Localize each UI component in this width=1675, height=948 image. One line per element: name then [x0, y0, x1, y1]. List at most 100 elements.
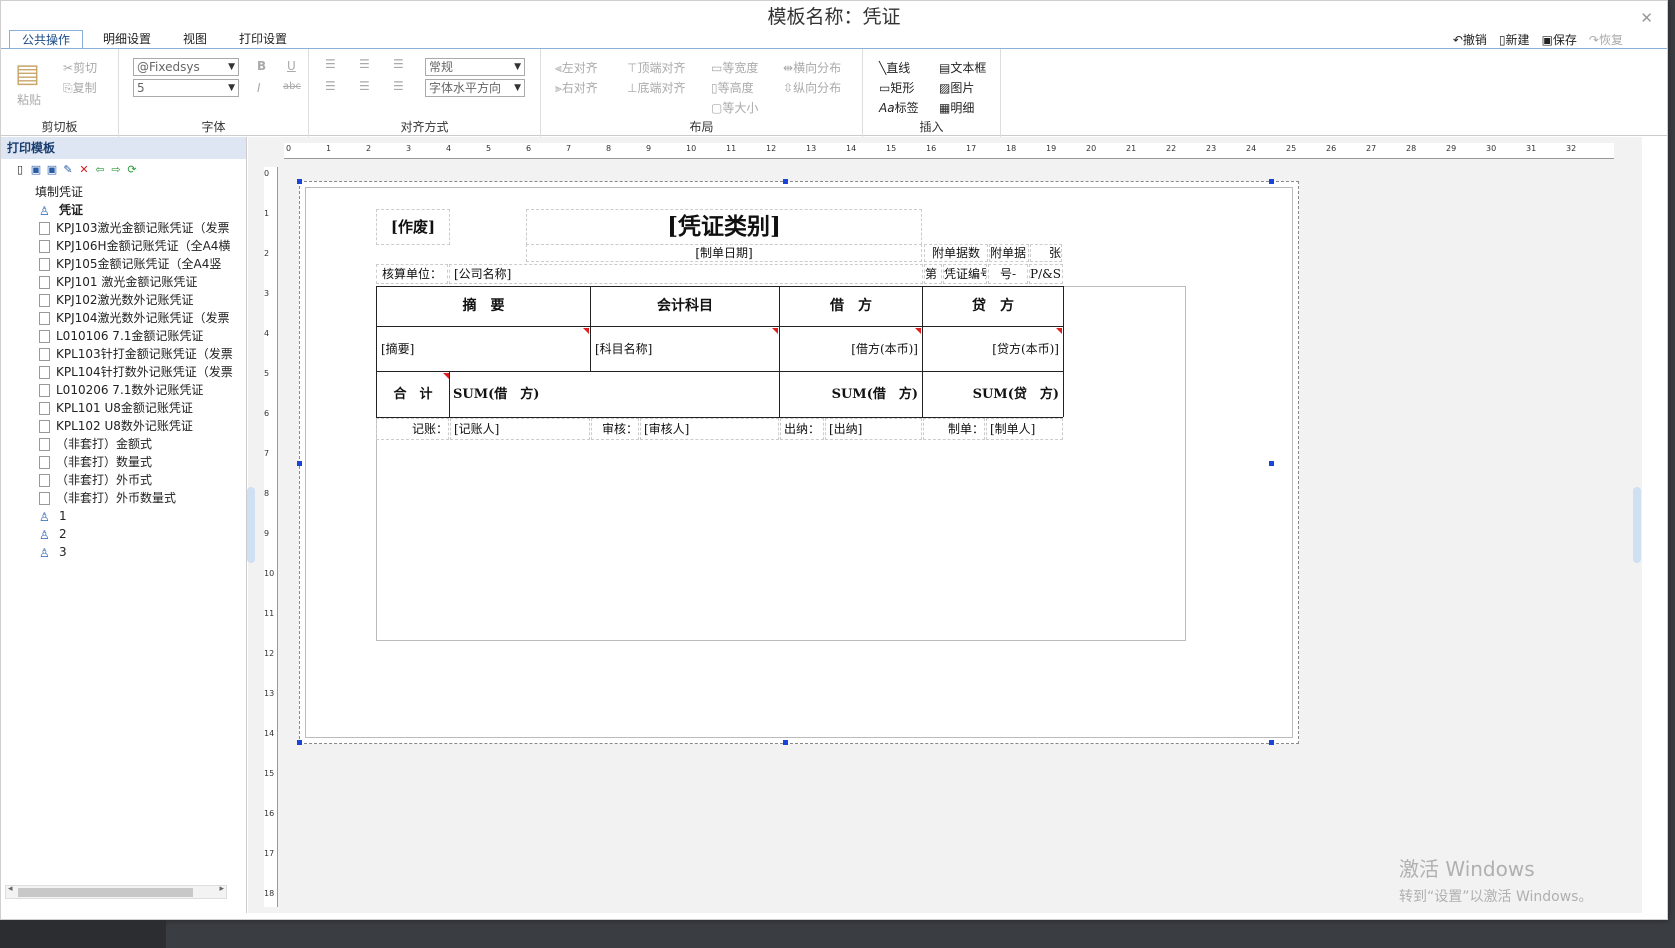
left-collapse-tab[interactable]	[247, 487, 255, 563]
header-debit[interactable]: 借 方	[780, 287, 922, 326]
tree-item[interactable]: （非套打）数量式	[1, 453, 247, 471]
undo-button[interactable]: ↶撤销	[1453, 31, 1487, 48]
new-template-icon[interactable]: ▯	[13, 163, 27, 177]
saveas-template-icon[interactable]: ▣	[45, 163, 59, 177]
scroll-thumb[interactable]	[18, 888, 193, 897]
tree-item[interactable]: （非套打）外币数量式	[1, 489, 247, 507]
tree-root[interactable]: 填制凭证	[1, 183, 247, 201]
attach-label[interactable]: 附单据数	[924, 244, 988, 262]
footer-label-preparer[interactable]: 制单：	[923, 418, 985, 440]
align-center-icon[interactable]: ☰	[359, 79, 370, 93]
resize-handle[interactable]	[297, 179, 302, 184]
resize-handle[interactable]	[297, 461, 302, 466]
align-bottom-icon[interactable]: ☰	[393, 57, 404, 71]
edit-template-icon[interactable]: ✎	[61, 163, 75, 177]
tree-item[interactable]: （非套打）外币式	[1, 471, 247, 489]
text-direction-select[interactable]: 字体水平方向	[425, 79, 525, 97]
voucher-no-label[interactable]: 第	[924, 264, 942, 284]
tree-item[interactable]: ♙ 凭证	[1, 201, 247, 219]
bold-button[interactable]: B	[257, 59, 266, 73]
resize-handle[interactable]	[1269, 740, 1274, 745]
footer-value-cashier[interactable]: [出纳]	[825, 418, 922, 440]
font-size-select[interactable]: 5	[133, 79, 239, 97]
align-left-icon[interactable]: ☰	[325, 79, 336, 93]
tree-item[interactable]: KPJ103激光金额记账凭证（发票	[1, 219, 247, 237]
voucher-date[interactable]: [制单日期]	[526, 244, 922, 262]
scroll-left-icon[interactable]: ◂	[8, 884, 13, 894]
save-template-icon[interactable]: ▣	[29, 163, 43, 177]
scroll-right-icon[interactable]: ▸	[219, 884, 224, 894]
tree-item[interactable]: KPJ105金额记账凭证（全A4竖	[1, 255, 247, 273]
total-debit[interactable]: SUM(借 方)	[780, 372, 918, 417]
same-width-button[interactable]: ▭等宽度	[711, 59, 758, 76]
tab-view[interactable]: 视图	[171, 30, 219, 48]
tree-item[interactable]: KPJ101 激光金额记账凭证	[1, 273, 247, 291]
footer-value-reviewer[interactable]: [审核人]	[640, 418, 779, 440]
resize-handle[interactable]	[297, 740, 302, 745]
tree-item[interactable]: ♙ 3	[1, 543, 247, 561]
tab-print-settings[interactable]: 打印设置	[227, 30, 299, 48]
underline-button[interactable]: U	[287, 59, 296, 73]
align-left-button[interactable]: ⫷左对齐	[555, 59, 598, 76]
close-icon[interactable]: ✕	[1640, 9, 1653, 27]
page-number[interactable]: P/&S	[1029, 264, 1063, 284]
voucher-no-unit[interactable]: 号-	[988, 264, 1028, 284]
row-debit[interactable]: [借方(本币)]	[780, 327, 918, 371]
voucher-no-value[interactable]: 凭证编号	[943, 264, 987, 284]
font-family-select[interactable]: @Fixedsys	[133, 58, 239, 76]
insert-detail-button[interactable]: ▦明细	[939, 99, 974, 116]
voucher-category[interactable]: [凭证类别]	[526, 209, 922, 245]
same-size-button[interactable]: ▢等大小	[711, 99, 758, 116]
tree-item[interactable]: L010106 7.1金额记账凭证	[1, 327, 247, 345]
align-right-icon[interactable]: ☰	[393, 79, 404, 93]
header-credit[interactable]: 贷 方	[923, 287, 1063, 326]
attach-unit[interactable]: 张	[1030, 244, 1062, 262]
footer-value-preparer[interactable]: [制单人]	[986, 418, 1063, 440]
total-text[interactable]: SUM(借 方)	[453, 372, 779, 417]
header-summary[interactable]: 摘 要	[377, 287, 590, 326]
tree-item[interactable]: KPL103针打金额记账凭证（发票	[1, 345, 247, 363]
align-top-icon[interactable]: ☰	[325, 57, 336, 71]
tree-item[interactable]: ♙ 1	[1, 507, 247, 525]
footer-label-bookkeeper[interactable]: 记账：	[376, 418, 449, 440]
row-summary[interactable]: [摘要]	[381, 327, 590, 371]
footer-label-reviewer[interactable]: 审核：	[591, 418, 639, 440]
align-middle-icon[interactable]: ☰	[359, 57, 370, 71]
redo-button[interactable]: ↷恢复	[1589, 31, 1623, 48]
same-height-button[interactable]: ▯等高度	[711, 79, 754, 96]
align-bottom-button[interactable]: ⊥底端对齐	[627, 79, 685, 96]
strike-button[interactable]: abc	[283, 81, 301, 92]
insert-textbox-button[interactable]: ▤文本框	[939, 59, 986, 76]
report-canvas[interactable]: [作废] [凭证类别] [制单日期] 附单据数 附单据 张 核算单位： [公司名…	[297, 179, 1299, 745]
align-top-button[interactable]: ⊤顶端对齐	[627, 59, 685, 76]
cut-button[interactable]: ✂剪切	[63, 59, 97, 76]
import-template-icon[interactable]: ⇦	[93, 163, 107, 177]
text-style-select[interactable]: 常规	[425, 58, 525, 76]
tree-item[interactable]: KPJ106H金额记账凭证（全A4横	[1, 237, 247, 255]
unit-label[interactable]: 核算单位：	[376, 264, 448, 284]
resize-handle[interactable]	[783, 740, 788, 745]
tab-detail-settings[interactable]: 明细设置	[91, 30, 163, 48]
row-account[interactable]: [科目名称]	[595, 327, 779, 371]
header-account[interactable]: 会计科目	[591, 287, 779, 326]
tree-item[interactable]: KPL104针打数外记账凭证（发票	[1, 363, 247, 381]
right-collapse-tab[interactable]	[1633, 487, 1641, 563]
total-label[interactable]: 合 计	[377, 372, 449, 417]
void-label[interactable]: [作废]	[376, 209, 450, 245]
resize-handle[interactable]	[783, 179, 788, 184]
distribute-v-button[interactable]: ⇳纵向分布	[783, 79, 841, 96]
attach-value[interactable]: 附单据	[989, 244, 1029, 262]
export-template-icon[interactable]: ⇨	[109, 163, 123, 177]
insert-picture-button[interactable]: ▨图片	[939, 79, 974, 96]
align-right-button[interactable]: ⫸右对齐	[555, 79, 598, 96]
insert-label-button[interactable]: Aa标签	[879, 99, 919, 116]
tree-item[interactable]: KPL101 U8金额记账凭证	[1, 399, 247, 417]
tree-item[interactable]: ♙ 2	[1, 525, 247, 543]
company-name[interactable]: [公司名称]	[449, 264, 923, 284]
tree-item[interactable]: L010206 7.1数外记账凭证	[1, 381, 247, 399]
tree-item[interactable]: （非套打）金额式	[1, 435, 247, 453]
footer-value-bookkeeper[interactable]: [记账人]	[450, 418, 590, 440]
insert-rect-button[interactable]: ▭矩形	[879, 79, 914, 96]
refresh-template-icon[interactable]: ⟳	[125, 163, 139, 177]
total-credit[interactable]: SUM(贷 方)	[923, 372, 1059, 417]
